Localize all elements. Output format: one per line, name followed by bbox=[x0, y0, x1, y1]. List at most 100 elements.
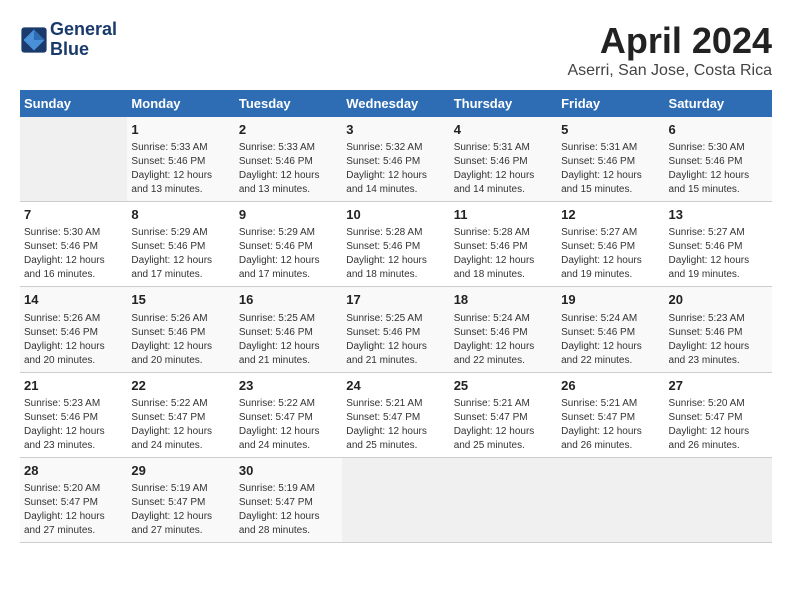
calendar-cell: 21 Sunrise: 5:23 AM Sunset: 5:46 PM Dayli… bbox=[20, 372, 127, 457]
calendar-cell: 3 Sunrise: 5:32 AM Sunset: 5:46 PM Daylig… bbox=[342, 117, 449, 202]
day-number: 2 bbox=[239, 121, 338, 139]
day-number: 15 bbox=[131, 291, 230, 309]
week-row-4: 21 Sunrise: 5:23 AM Sunset: 5:46 PM Dayli… bbox=[20, 372, 772, 457]
day-number: 22 bbox=[131, 377, 230, 395]
calendar-cell: 28Sunrise: 5:20 AM Sunset: 5:47 PM Dayli… bbox=[20, 457, 127, 542]
day-info: Sunrise: 5:19 AM Sunset: 5:47 PM Dayligh… bbox=[239, 482, 338, 538]
day-number: 17 bbox=[346, 291, 445, 309]
day-info: Sunrise: 5:23 AM Sunset: 5:46 PM Dayligh… bbox=[24, 397, 123, 453]
day-number: 27 bbox=[669, 377, 768, 395]
day-number: 11 bbox=[454, 206, 553, 224]
month-title: April 2024 bbox=[567, 20, 772, 62]
day-info: Sunrise: 5:30 AM Sunset: 5:46 PM Dayligh… bbox=[24, 226, 123, 282]
calendar-cell: 30Sunrise: 5:19 AM Sunset: 5:47 PM Dayli… bbox=[235, 457, 342, 542]
logo-text: General Blue bbox=[50, 20, 117, 60]
day-number: 29 bbox=[131, 462, 230, 480]
day-info: Sunrise: 5:24 AM Sunset: 5:46 PM Dayligh… bbox=[561, 312, 660, 368]
day-number: 8 bbox=[131, 206, 230, 224]
day-info: Sunrise: 5:31 AM Sunset: 5:46 PM Dayligh… bbox=[561, 141, 660, 197]
calendar-cell: 4 Sunrise: 5:31 AM Sunset: 5:46 PM Daylig… bbox=[450, 117, 557, 202]
calendar-cell: 14 Sunrise: 5:26 AM Sunset: 5:46 PM Dayli… bbox=[20, 287, 127, 372]
week-row-1: 1 Sunrise: 5:33 AM Sunset: 5:46 PM Daylig… bbox=[20, 117, 772, 202]
day-info: Sunrise: 5:29 AM Sunset: 5:46 PM Dayligh… bbox=[239, 226, 338, 282]
day-info: Sunrise: 5:27 AM Sunset: 5:46 PM Dayligh… bbox=[669, 226, 768, 282]
calendar-cell: 17 Sunrise: 5:25 AM Sunset: 5:46 PM Dayli… bbox=[342, 287, 449, 372]
day-number: 3 bbox=[346, 121, 445, 139]
week-row-5: 28Sunrise: 5:20 AM Sunset: 5:47 PM Dayli… bbox=[20, 457, 772, 542]
calendar-cell: 27 Sunrise: 5:20 AM Sunset: 5:47 PM Dayli… bbox=[665, 372, 772, 457]
day-number: 28 bbox=[24, 462, 123, 480]
calendar-cell: 25 Sunrise: 5:21 AM Sunset: 5:47 PM Dayli… bbox=[450, 372, 557, 457]
day-info: Sunrise: 5:27 AM Sunset: 5:46 PM Dayligh… bbox=[561, 226, 660, 282]
day-info: Sunrise: 5:21 AM Sunset: 5:47 PM Dayligh… bbox=[454, 397, 553, 453]
day-info: Sunrise: 5:21 AM Sunset: 5:47 PM Dayligh… bbox=[346, 397, 445, 453]
calendar-cell: 2 Sunrise: 5:33 AM Sunset: 5:46 PM Daylig… bbox=[235, 117, 342, 202]
day-info: Sunrise: 5:28 AM Sunset: 5:46 PM Dayligh… bbox=[346, 226, 445, 282]
day-number: 18 bbox=[454, 291, 553, 309]
day-info: Sunrise: 5:26 AM Sunset: 5:46 PM Dayligh… bbox=[131, 312, 230, 368]
weekday-header-sunday: Sunday bbox=[20, 90, 127, 117]
weekday-header-tuesday: Tuesday bbox=[235, 90, 342, 117]
day-info: Sunrise: 5:31 AM Sunset: 5:46 PM Dayligh… bbox=[454, 141, 553, 197]
calendar-cell: 23 Sunrise: 5:22 AM Sunset: 5:47 PM Dayli… bbox=[235, 372, 342, 457]
week-row-2: 7 Sunrise: 5:30 AM Sunset: 5:46 PM Daylig… bbox=[20, 202, 772, 287]
logo: General Blue bbox=[20, 20, 117, 60]
location-subtitle: Aserri, San Jose, Costa Rica bbox=[567, 62, 772, 80]
day-number: 12 bbox=[561, 206, 660, 224]
calendar-cell: 12 Sunrise: 5:27 AM Sunset: 5:46 PM Dayli… bbox=[557, 202, 664, 287]
calendar-cell bbox=[342, 457, 449, 542]
day-number: 25 bbox=[454, 377, 553, 395]
week-row-3: 14 Sunrise: 5:26 AM Sunset: 5:46 PM Dayli… bbox=[20, 287, 772, 372]
day-info: Sunrise: 5:26 AM Sunset: 5:46 PM Dayligh… bbox=[24, 312, 123, 368]
calendar-cell: 19 Sunrise: 5:24 AM Sunset: 5:46 PM Dayli… bbox=[557, 287, 664, 372]
day-info: Sunrise: 5:24 AM Sunset: 5:46 PM Dayligh… bbox=[454, 312, 553, 368]
calendar-cell: 11 Sunrise: 5:28 AM Sunset: 5:46 PM Dayli… bbox=[450, 202, 557, 287]
day-number: 24 bbox=[346, 377, 445, 395]
day-number: 7 bbox=[24, 206, 123, 224]
day-info: Sunrise: 5:22 AM Sunset: 5:47 PM Dayligh… bbox=[131, 397, 230, 453]
day-info: Sunrise: 5:20 AM Sunset: 5:47 PM Dayligh… bbox=[669, 397, 768, 453]
weekday-header-monday: Monday bbox=[127, 90, 234, 117]
calendar-cell: 20Sunrise: 5:23 AM Sunset: 5:46 PM Dayli… bbox=[665, 287, 772, 372]
calendar-cell: 9 Sunrise: 5:29 AM Sunset: 5:46 PM Daylig… bbox=[235, 202, 342, 287]
calendar-cell: 16Sunrise: 5:25 AM Sunset: 5:46 PM Dayli… bbox=[235, 287, 342, 372]
calendar-cell: 13 Sunrise: 5:27 AM Sunset: 5:46 PM Dayli… bbox=[665, 202, 772, 287]
calendar-cell: 5Sunrise: 5:31 AM Sunset: 5:46 PM Daylig… bbox=[557, 117, 664, 202]
day-number: 19 bbox=[561, 291, 660, 309]
day-info: Sunrise: 5:21 AM Sunset: 5:47 PM Dayligh… bbox=[561, 397, 660, 453]
calendar-cell: 7 Sunrise: 5:30 AM Sunset: 5:46 PM Daylig… bbox=[20, 202, 127, 287]
day-info: Sunrise: 5:33 AM Sunset: 5:46 PM Dayligh… bbox=[131, 141, 230, 197]
day-number: 23 bbox=[239, 377, 338, 395]
day-number: 1 bbox=[131, 121, 230, 139]
day-info: Sunrise: 5:22 AM Sunset: 5:47 PM Dayligh… bbox=[239, 397, 338, 453]
weekday-header-wednesday: Wednesday bbox=[342, 90, 449, 117]
weekday-header-row: SundayMondayTuesdayWednesdayThursdayFrid… bbox=[20, 90, 772, 117]
calendar-cell: 18 Sunrise: 5:24 AM Sunset: 5:46 PM Dayli… bbox=[450, 287, 557, 372]
logo-line2: Blue bbox=[50, 40, 117, 60]
day-info: Sunrise: 5:25 AM Sunset: 5:46 PM Dayligh… bbox=[346, 312, 445, 368]
header: General Blue April 2024 Aserri, San Jose… bbox=[20, 20, 772, 80]
day-info: Sunrise: 5:30 AM Sunset: 5:46 PM Dayligh… bbox=[669, 141, 768, 197]
day-info: Sunrise: 5:23 AM Sunset: 5:46 PM Dayligh… bbox=[669, 312, 768, 368]
day-info: Sunrise: 5:32 AM Sunset: 5:46 PM Dayligh… bbox=[346, 141, 445, 197]
logo-line1: General bbox=[50, 20, 117, 40]
calendar-cell: 6 Sunrise: 5:30 AM Sunset: 5:46 PM Daylig… bbox=[665, 117, 772, 202]
calendar-cell: 1 Sunrise: 5:33 AM Sunset: 5:46 PM Daylig… bbox=[127, 117, 234, 202]
day-info: Sunrise: 5:33 AM Sunset: 5:46 PM Dayligh… bbox=[239, 141, 338, 197]
calendar-cell: 29Sunrise: 5:19 AM Sunset: 5:47 PM Dayli… bbox=[127, 457, 234, 542]
day-number: 13 bbox=[669, 206, 768, 224]
calendar-cell bbox=[450, 457, 557, 542]
day-number: 9 bbox=[239, 206, 338, 224]
calendar-table: SundayMondayTuesdayWednesdayThursdayFrid… bbox=[20, 90, 772, 543]
calendar-cell: 24 Sunrise: 5:21 AM Sunset: 5:47 PM Dayli… bbox=[342, 372, 449, 457]
day-info: Sunrise: 5:28 AM Sunset: 5:46 PM Dayligh… bbox=[454, 226, 553, 282]
calendar-cell bbox=[20, 117, 127, 202]
day-number: 6 bbox=[669, 121, 768, 139]
day-number: 21 bbox=[24, 377, 123, 395]
weekday-header-friday: Friday bbox=[557, 90, 664, 117]
day-number: 10 bbox=[346, 206, 445, 224]
calendar-cell bbox=[557, 457, 664, 542]
day-number: 14 bbox=[24, 291, 123, 309]
logo-icon bbox=[20, 26, 48, 54]
day-number: 4 bbox=[454, 121, 553, 139]
